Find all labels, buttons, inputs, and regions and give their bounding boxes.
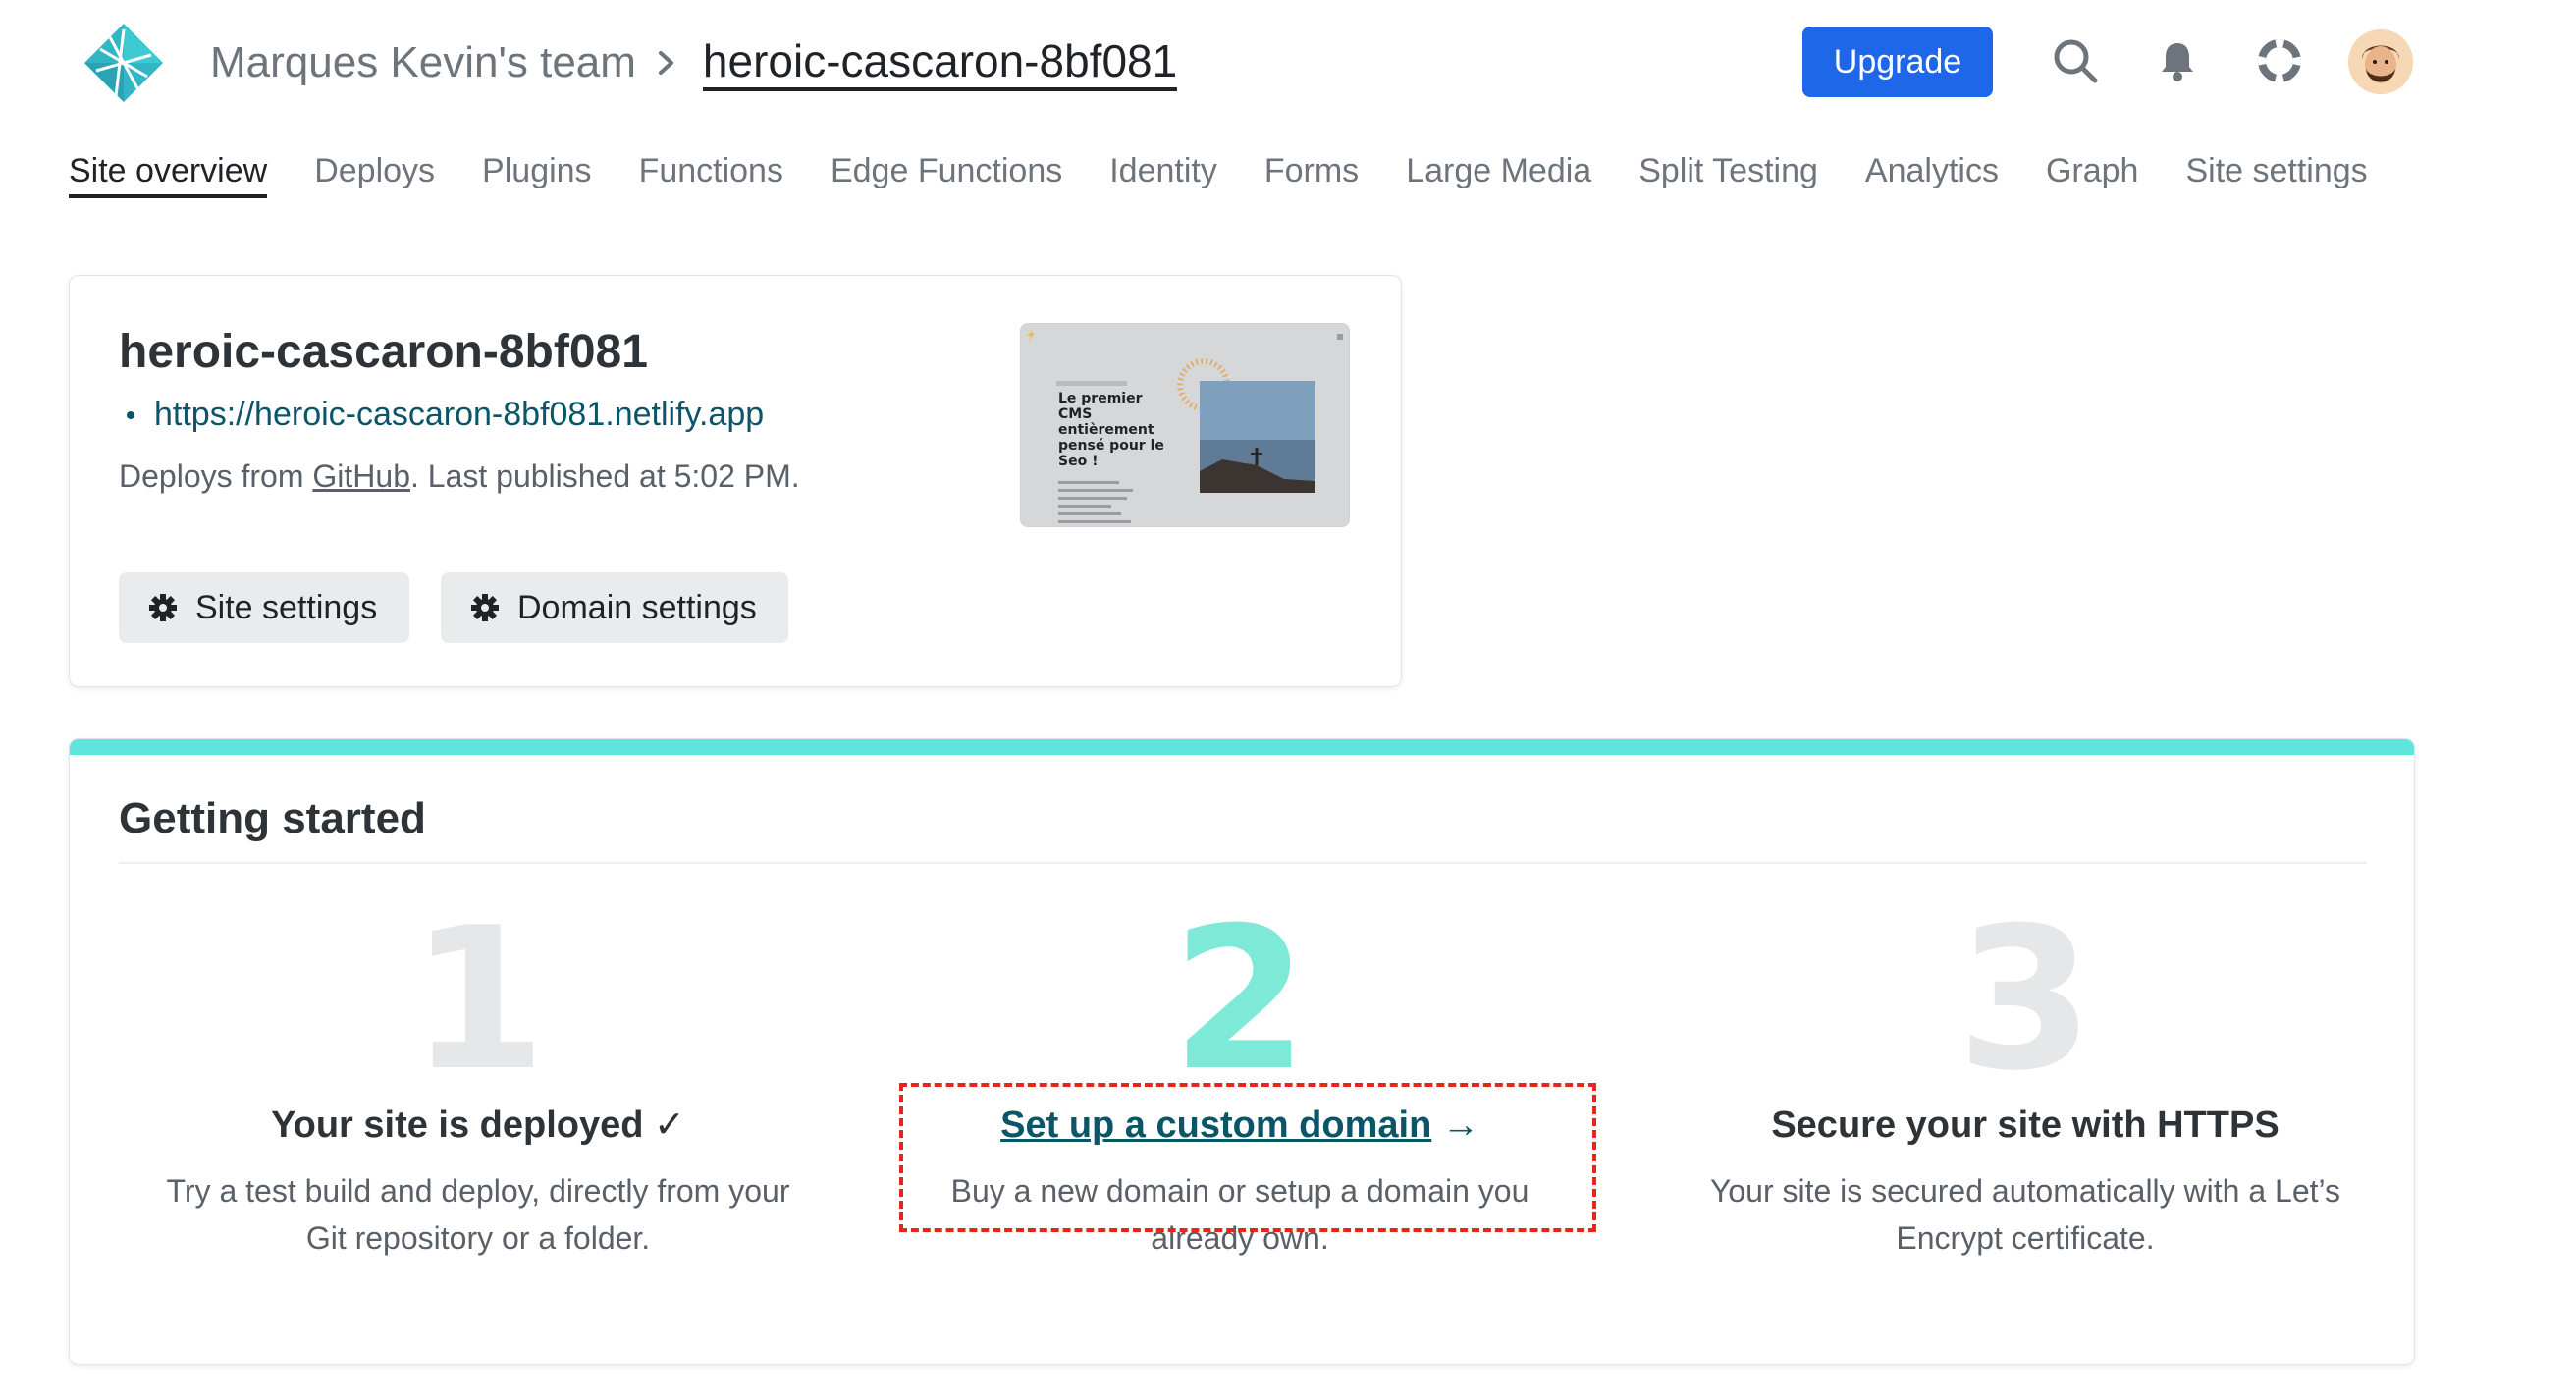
step-description-line: Git repository or a folder. xyxy=(305,1220,651,1256)
divider xyxy=(119,862,2367,864)
domain-settings-button[interactable]: Domain settings xyxy=(441,572,788,643)
tab-graph[interactable]: Graph xyxy=(2046,149,2139,198)
step-description: Try a test build and deploy, directly fr… xyxy=(105,1167,851,1262)
accent-bar xyxy=(70,739,2414,755)
search-icon[interactable] xyxy=(2050,35,2101,86)
svg-text:Seo !: Seo ! xyxy=(1058,454,1098,469)
site-title: heroic-cascaron-8bf081 xyxy=(119,326,648,378)
tab-functions[interactable]: Functions xyxy=(639,149,783,198)
svg-text:CMS: CMS xyxy=(1058,406,1092,422)
site-settings-label: Site settings xyxy=(195,588,378,626)
step-https: 3 Secure your site with HTTPS Your site … xyxy=(1652,886,2398,1262)
site-url-text[interactable]: https://heroic-cascaron-8bf081.netlify.a… xyxy=(154,396,764,434)
step-number: 2 xyxy=(1171,886,1309,1114)
deploy-info: Deploys from GitHub. Last published at 5… xyxy=(119,458,800,495)
tab-site-overview[interactable]: Site overview xyxy=(69,149,268,198)
step-custom-domain: 2 Set up a custom domain → Buy a new dom… xyxy=(867,886,1613,1262)
step-description: Buy a new domain or setup a domain you a… xyxy=(867,1167,1613,1262)
step-description-line: Buy a new domain or setup a domain you xyxy=(950,1173,1530,1209)
gear-icon xyxy=(149,594,177,621)
step-description: Your site is secured automatically with … xyxy=(1652,1167,2398,1262)
github-link[interactable]: GitHub xyxy=(312,458,410,494)
getting-started-card: Getting started 1 Your site is deployed … xyxy=(69,738,2415,1365)
tab-site-settings[interactable]: Site settings xyxy=(2185,149,2367,198)
site-nav-tabs: Site overview Deploys Plugins Functions … xyxy=(69,149,2415,198)
site-overview-card: heroic-cascaron-8bf081 https://heroic-ca… xyxy=(69,275,1402,687)
tab-deploys[interactable]: Deploys xyxy=(314,149,435,198)
gear-icon xyxy=(471,594,499,621)
arrow-right-icon: → xyxy=(1441,1104,1479,1146)
tab-identity[interactable]: Identity xyxy=(1109,149,1217,198)
tab-edge-functions[interactable]: Edge Functions xyxy=(831,149,1062,198)
breadcrumb: Marques Kevin's team heroic-cascaron-8bf… xyxy=(210,34,1178,91)
step-description-line: already own. xyxy=(1151,1220,1329,1256)
step-title: Your site is deployed ✓ xyxy=(271,1104,685,1146)
site-preview-thumbnail[interactable]: Le premier CMS entièrement pensé pour le… xyxy=(1020,323,1350,527)
help-lifebuoy-icon[interactable] xyxy=(2254,35,2305,86)
tab-forms[interactable]: Forms xyxy=(1264,149,1359,198)
step-description-line: Your site is secured automatically with … xyxy=(1709,1173,2341,1209)
tab-large-media[interactable]: Large Media xyxy=(1406,149,1591,198)
svg-text:entièrement: entièrement xyxy=(1058,422,1154,438)
upgrade-button[interactable]: Upgrade xyxy=(1802,27,1993,97)
tab-plugins[interactable]: Plugins xyxy=(482,149,592,198)
domain-settings-label: Domain settings xyxy=(517,588,757,626)
tab-split-testing[interactable]: Split Testing xyxy=(1638,149,1818,198)
bullet-icon xyxy=(127,410,134,419)
site-url-link[interactable]: https://heroic-cascaron-8bf081.netlify.a… xyxy=(119,396,764,434)
avatar[interactable] xyxy=(2348,29,2413,94)
svg-text:pensé pour le: pensé pour le xyxy=(1058,438,1164,454)
team-name-link[interactable]: Marques Kevin's team xyxy=(210,38,636,87)
step-title: Secure your site with HTTPS xyxy=(1771,1104,2280,1146)
getting-started-title: Getting started xyxy=(119,794,426,842)
tab-analytics[interactable]: Analytics xyxy=(1865,149,1999,198)
step-deployed: 1 Your site is deployed ✓ Try a test bui… xyxy=(105,886,851,1262)
netlify-logo-icon[interactable] xyxy=(80,20,167,106)
step-description-line: Encrypt certificate. xyxy=(1896,1220,2155,1256)
chevron-right-icon xyxy=(656,35,681,90)
svg-text:Le premier: Le premier xyxy=(1058,391,1143,406)
step-number: 1 xyxy=(409,886,547,1114)
step-number: 3 xyxy=(1957,886,2094,1114)
set-up-custom-domain-link[interactable]: Set up a custom domain → xyxy=(867,1097,1613,1154)
site-settings-button[interactable]: Site settings xyxy=(119,572,409,643)
site-name-link[interactable]: heroic-cascaron-8bf081 xyxy=(702,34,1178,91)
bell-icon[interactable] xyxy=(2152,35,2203,86)
deploy-prefix: Deploys from xyxy=(119,458,313,494)
deploy-suffix: . Last published at 5:02 PM. xyxy=(409,458,800,494)
step-description-line: Try a test build and deploy, directly fr… xyxy=(166,1173,790,1209)
custom-domain-link-text[interactable]: Set up a custom domain xyxy=(1000,1104,1431,1146)
